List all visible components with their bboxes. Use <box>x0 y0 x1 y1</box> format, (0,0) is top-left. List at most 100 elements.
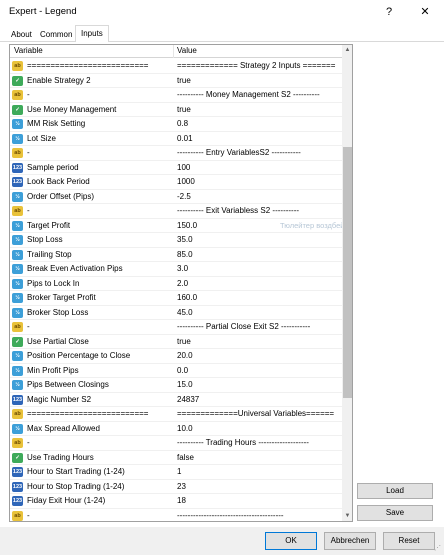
variable-value[interactable]: 85.0 <box>177 250 193 259</box>
table-row[interactable]: ab - -------------------------------------… <box>10 509 342 522</box>
inputs-grid[interactable]: Variable Value ab =======================… <box>9 44 353 522</box>
variable-value[interactable]: 18 <box>177 496 186 505</box>
variable-value[interactable]: false <box>177 453 194 462</box>
scroll-up-arrow-icon[interactable]: ▲ <box>342 45 352 55</box>
variable-value[interactable]: 3.0 <box>177 264 188 273</box>
resize-grip-icon[interactable]: ⋰ <box>434 545 442 553</box>
variable-value[interactable]: 10.0 <box>177 424 193 433</box>
help-icon[interactable]: ? <box>376 2 402 22</box>
variable-name: ========================== <box>27 409 149 418</box>
table-row[interactable]: ½ Pips Between Closings 15.0 <box>10 378 342 393</box>
cancel-button[interactable]: Abbrechen <box>324 532 376 550</box>
table-row[interactable]: ✓ Use Trading Hours false <box>10 451 342 465</box>
variable-value[interactable]: true <box>177 337 191 346</box>
save-button[interactable]: Save <box>357 505 433 521</box>
table-row[interactable]: ½ Order Offset (Pips) -2.5 <box>10 190 342 204</box>
table-row[interactable]: 123 Hour to Stop Trading (1-24) 23 <box>10 480 342 494</box>
table-row[interactable]: ½ Broker Target Profit 160.0 <box>10 291 342 306</box>
variable-name: Hour to Stop Trading (1-24) <box>27 481 125 491</box>
integer-type-icon: 123 <box>12 177 23 187</box>
variable-value[interactable]: ============= Strategy 2 Inputs ======= <box>177 61 335 70</box>
variable-name: Max Spread Allowed <box>27 423 100 433</box>
variable-value[interactable]: 0.0 <box>177 366 188 375</box>
table-row[interactable]: ½ MM Risk Setting 0.8 <box>10 117 342 132</box>
variable-value[interactable]: =============Universal Variables====== <box>177 409 334 418</box>
variable-value[interactable]: 1 <box>177 467 181 476</box>
variable-value[interactable]: 15.0 <box>177 380 193 389</box>
table-row[interactable]: 123 Hour to Start Trading (1-24) 1 <box>10 465 342 480</box>
tab-inputs[interactable]: Inputs <box>75 25 109 42</box>
variable-value[interactable]: 20.0 <box>177 351 193 360</box>
table-row[interactable]: ½ Trailing Stop 85.0 <box>10 248 342 262</box>
double-type-icon: ½ <box>12 351 23 361</box>
variable-name: Pips to Lock In <box>27 278 80 288</box>
load-button[interactable]: Load <box>357 483 433 499</box>
double-type-icon: ½ <box>12 249 23 260</box>
table-row[interactable]: ½ Pips to Lock In 2.0 <box>10 277 342 291</box>
variable-value[interactable]: ---------- Partial Close Exit S2 -------… <box>177 322 310 331</box>
table-row[interactable]: ab - ---------- Partial Close Exit S2 ----… <box>10 320 342 335</box>
tab-about[interactable]: About <box>6 27 37 42</box>
table-row[interactable]: 123 Fiday Exit Hour (1-24) 18 <box>10 494 342 509</box>
variable-value[interactable]: ---------------------------------------- <box>177 511 284 520</box>
column-header-variable[interactable]: Variable <box>14 46 43 55</box>
variable-value[interactable]: ---------- Trading Hours ---------------… <box>177 438 309 447</box>
table-row[interactable]: 123 Sample period 100 <box>10 161 342 175</box>
table-row[interactable]: ✓ Use Partial Close true <box>10 335 342 349</box>
variable-value[interactable]: ---------- Entry VariablesS2 ----------- <box>177 148 301 157</box>
table-row[interactable]: ½ Broker Stop Loss 45.0 <box>10 306 342 320</box>
variable-value[interactable]: -2.5 <box>177 192 191 201</box>
double-type-icon: ½ <box>12 191 23 202</box>
variable-name: Order Offset (Pips) <box>27 191 94 201</box>
column-divider[interactable] <box>173 45 174 58</box>
double-type-icon: ½ <box>12 119 23 129</box>
variable-value[interactable]: 35.0 <box>177 235 193 244</box>
table-row[interactable]: ½ Break Even Activation Pips 3.0 <box>10 262 342 277</box>
variable-name: Sample period <box>27 162 79 172</box>
variable-value[interactable]: 2.0 <box>177 279 188 288</box>
table-row[interactable]: ab - ---------- Entry VariablesS2 --------… <box>10 146 342 161</box>
table-row[interactable]: ab - ---------- Money Management S2 ------… <box>10 88 342 103</box>
table-row[interactable]: ½ Min Profit Pips 0.0 <box>10 364 342 378</box>
variable-value[interactable]: 23 <box>177 482 186 491</box>
variable-value[interactable]: 160.0 <box>177 293 197 302</box>
variable-name: Hour to Start Trading (1-24) <box>27 467 125 476</box>
table-row[interactable]: ½ Position Percentage to Close 20.0 <box>10 349 342 364</box>
variable-value[interactable]: 24837 <box>177 395 199 404</box>
reset-button[interactable]: Reset <box>383 532 435 550</box>
variable-value[interactable]: ---------- Exit Variabless S2 ---------- <box>177 206 299 215</box>
variable-value[interactable]: 0.8 <box>177 119 188 128</box>
close-icon[interactable]: ✕ <box>412 2 438 22</box>
variable-value[interactable]: 1000 <box>177 177 195 186</box>
ok-button[interactable]: OK <box>265 532 317 550</box>
bool-type-icon: ✓ <box>12 75 23 86</box>
table-row[interactable]: 123 Magic Number S2 24837 <box>10 393 342 407</box>
variable-value[interactable]: 150.0 <box>177 221 197 230</box>
table-row[interactable]: ½ Lot Size 0.01 <box>10 132 342 146</box>
variable-value[interactable]: true <box>177 76 191 85</box>
table-row[interactable]: ab - ---------- Trading Hours ------------… <box>10 436 342 451</box>
variable-value[interactable]: 100 <box>177 163 190 172</box>
table-row[interactable]: ½ Stop Loss 35.0 <box>10 233 342 248</box>
table-row[interactable]: 123 Look Back Period 1000 <box>10 175 342 190</box>
table-row[interactable]: ab - ---------- Exit Variabless S2 -------… <box>10 204 342 219</box>
column-header-value[interactable]: Value <box>177 46 197 55</box>
table-row[interactable]: ab ========================== ============… <box>10 59 342 74</box>
double-type-icon: ½ <box>12 220 23 231</box>
string-type-icon: ab <box>12 61 23 71</box>
vertical-scrollbar[interactable]: ▲ ▼ <box>342 45 352 521</box>
tab-common[interactable]: Common <box>35 27 77 42</box>
variable-value[interactable]: 45.0 <box>177 308 193 317</box>
table-row[interactable]: ½ Max Spread Allowed 10.0 <box>10 422 342 436</box>
scroll-down-arrow-icon[interactable]: ▼ <box>342 511 352 521</box>
variable-name: - <box>27 322 30 331</box>
variable-value[interactable]: ---------- Money Management S2 ---------… <box>177 90 320 99</box>
scrollbar-thumb[interactable] <box>343 147 352 399</box>
table-row[interactable]: ab ========================== ============… <box>10 407 342 422</box>
table-row[interactable]: ½ Target Profit 150.0 Тюлейтер воздбейство <box>10 219 352 233</box>
table-row[interactable]: ✓ Use Money Management true <box>10 103 342 117</box>
variable-value[interactable]: 0.01 <box>177 134 193 143</box>
table-row[interactable]: ✓ Enable Strategy 2 true <box>10 74 342 88</box>
variable-value[interactable]: true <box>177 105 191 114</box>
grid-rows: ab ========================== ============… <box>10 59 352 522</box>
